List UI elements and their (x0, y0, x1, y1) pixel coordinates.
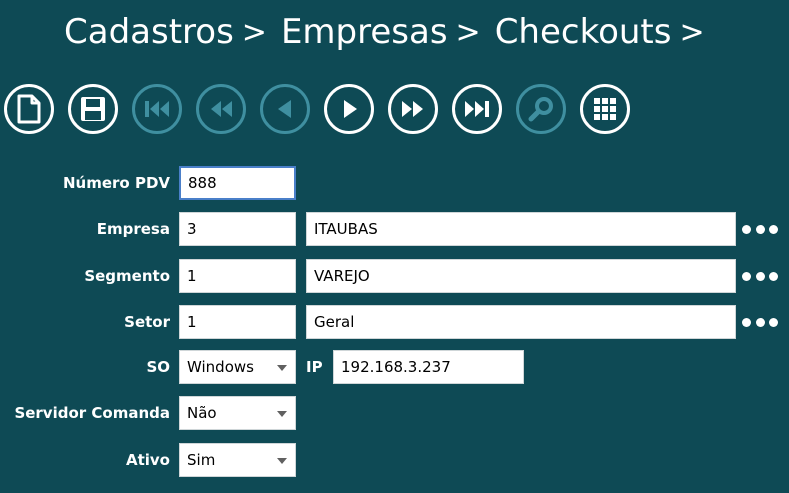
new-document-icon (17, 94, 41, 124)
toolbar (0, 82, 789, 142)
save-icon (81, 97, 105, 121)
previous-record-button[interactable] (260, 84, 310, 134)
last-record-button[interactable] (452, 84, 502, 134)
segmento-label: Segmento (84, 267, 170, 285)
setor-lookup-button[interactable] (742, 317, 778, 327)
servidor-comanda-label: Servidor Comanda (14, 404, 170, 422)
numero-pdv-label: Número PDV (62, 174, 170, 192)
breadcrumb-checkouts[interactable]: Checkouts (495, 12, 672, 52)
ip-input[interactable]: 192.168.3.237 (333, 350, 524, 384)
dot-icon (755, 224, 765, 234)
ativo-label: Ativo (125, 451, 170, 469)
dot-icon (755, 271, 765, 281)
setor-name-field: Geral (306, 305, 736, 339)
setor-name-value: Geral (314, 313, 355, 331)
ativo-select[interactable]: Sim (179, 443, 296, 477)
segmento-name-field: VAREJO (306, 259, 736, 293)
grid-icon (594, 98, 616, 120)
dot-icon (769, 224, 778, 234)
empresa-code-input[interactable]: 3 (179, 212, 296, 246)
first-record-icon (145, 101, 169, 117)
segmento-code-input[interactable]: 1 (179, 259, 296, 293)
segmento-name-value: VAREJO (314, 267, 370, 285)
rewind-icon (211, 101, 232, 117)
fast-forward-icon (402, 101, 423, 117)
next-record-button[interactable] (324, 84, 374, 134)
breadcrumb-empresas[interactable]: Empresas (281, 12, 448, 52)
dot-icon (742, 224, 751, 234)
setor-label: Setor (124, 313, 170, 331)
empresa-label: Empresa (96, 220, 170, 238)
setor-code-input[interactable]: 1 (179, 305, 296, 339)
ip-label: IP (306, 358, 323, 376)
ip-value: 192.168.3.237 (341, 358, 451, 376)
so-value: Windows (187, 358, 254, 376)
so-label: SO (146, 358, 170, 376)
fast-forward-button[interactable] (388, 84, 438, 134)
dropdown-arrow-icon (277, 365, 287, 371)
search-icon (528, 97, 553, 122)
dot-icon (755, 317, 765, 327)
dot-icon (742, 271, 751, 281)
setor-code-value: 1 (187, 313, 197, 331)
servidor-comanda-select[interactable]: Não (179, 396, 296, 430)
breadcrumb-separator: > (679, 14, 705, 50)
empresa-lookup-button[interactable] (742, 224, 778, 234)
ativo-value: Sim (187, 451, 216, 469)
previous-record-icon (278, 100, 291, 118)
empresa-name-field: ITAUBAS (306, 212, 736, 246)
servidor-comanda-value: Não (187, 404, 217, 422)
dot-icon (769, 271, 778, 281)
last-record-icon (465, 101, 489, 117)
dropdown-arrow-icon (277, 458, 287, 464)
new-document-button[interactable] (4, 84, 54, 134)
save-button[interactable] (68, 84, 118, 134)
first-record-button[interactable] (132, 84, 182, 134)
numero-pdv-value: 888 (188, 174, 217, 192)
empresa-code-value: 3 (187, 220, 197, 238)
breadcrumb-cadastros[interactable]: Cadastros (64, 12, 234, 52)
grid-view-button[interactable] (580, 84, 630, 134)
breadcrumb-separator: > (455, 14, 481, 50)
segmento-lookup-button[interactable] (742, 271, 778, 281)
rewind-button[interactable] (196, 84, 246, 134)
breadcrumb: Cadastros > Empresas > Checkouts > (64, 12, 719, 52)
numero-pdv-input[interactable]: 888 (179, 166, 296, 200)
segmento-code-value: 1 (187, 267, 197, 285)
dot-icon (769, 317, 778, 327)
dropdown-arrow-icon (277, 411, 287, 417)
next-record-icon (344, 100, 357, 118)
so-select[interactable]: Windows (179, 350, 296, 384)
search-button[interactable] (516, 84, 566, 134)
empresa-name-value: ITAUBAS (314, 220, 378, 238)
dot-icon (742, 317, 751, 327)
breadcrumb-separator: > (241, 14, 267, 50)
